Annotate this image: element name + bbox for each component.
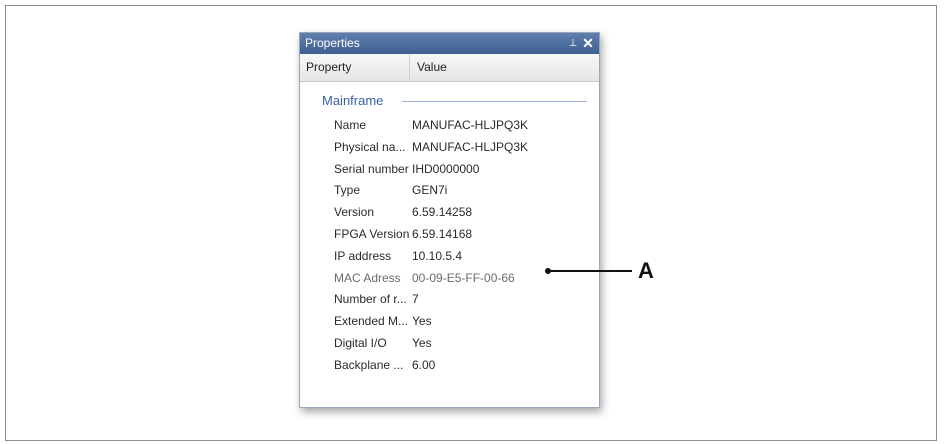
- property-key: Type: [334, 183, 361, 198]
- property-row-number-of-r[interactable]: Number of r... 7: [334, 289, 594, 311]
- property-value: Yes: [412, 335, 432, 350]
- property-row-name[interactable]: Name MANUFAC-HLJPQ3K: [334, 115, 594, 137]
- property-row-serial-number[interactable]: Serial number IHD0000000: [334, 159, 594, 181]
- group-title: Mainframe: [322, 93, 388, 108]
- column-header-value[interactable]: Value: [411, 54, 447, 81]
- property-row-ip-address[interactable]: IP address 10.10.5.4: [334, 246, 594, 268]
- callout-label: A: [638, 258, 654, 283]
- property-key: Digital I/O: [334, 335, 387, 350]
- property-row-type[interactable]: Type GEN7i: [334, 180, 594, 202]
- property-key: Serial number: [334, 161, 409, 176]
- property-key: IP address: [334, 248, 392, 263]
- property-value: 6.00: [412, 357, 436, 372]
- property-list: Name MANUFAC-HLJPQ3K Physical na... MANUFA…: [334, 115, 594, 377]
- property-value: IHD0000000: [412, 161, 480, 176]
- property-value: MANUFAC-HLJPQ3K: [412, 139, 529, 154]
- group-divider: [402, 101, 587, 102]
- property-value: 00-09-E5-FF-00-66: [412, 270, 515, 285]
- properties-panel: Properties ⊥ ✕ Property Value Mainframe …: [299, 32, 600, 408]
- property-row-digital-io[interactable]: Digital I/O Yes: [334, 333, 594, 355]
- property-key: Number of r...: [334, 292, 407, 307]
- property-row-fpga-version[interactable]: FPGA Version 6.59.14168: [334, 224, 594, 246]
- property-key: Backplane ...: [334, 357, 404, 372]
- close-icon[interactable]: ✕: [581, 33, 595, 54]
- property-key: FPGA Version: [334, 226, 410, 241]
- group-header-mainframe[interactable]: Mainframe: [322, 93, 587, 109]
- property-key: Physical na...: [334, 139, 406, 154]
- property-key: Extended M...: [334, 314, 409, 329]
- property-row-physical-name[interactable]: Physical na... MANUFAC-HLJPQ3K: [334, 137, 594, 159]
- pin-icon[interactable]: ⊥: [567, 33, 579, 54]
- property-value: 6.59.14258: [412, 205, 473, 220]
- property-key: Version: [334, 205, 375, 220]
- property-value: Yes: [412, 314, 432, 329]
- column-header-row: Property Value: [300, 54, 599, 82]
- property-key: Name: [334, 118, 367, 132]
- property-value: 7: [412, 292, 419, 307]
- panel-titlebar: Properties ⊥ ✕: [300, 33, 599, 54]
- panel-title: Properties: [305, 36, 360, 50]
- property-row-version[interactable]: Version 6.59.14258: [334, 202, 594, 224]
- property-value: 6.59.14168: [412, 226, 473, 241]
- callout-line: [548, 270, 632, 272]
- property-row-backplane[interactable]: Backplane ... 6.00: [334, 355, 594, 377]
- property-row-extended-m[interactable]: Extended M... Yes: [334, 311, 594, 333]
- property-key: MAC Adress: [334, 270, 401, 285]
- property-value: 10.10.5.4: [412, 248, 463, 263]
- column-header-property[interactable]: Property: [300, 54, 410, 81]
- property-value: GEN7i: [412, 183, 448, 198]
- property-value: MANUFAC-HLJPQ3K: [412, 118, 529, 132]
